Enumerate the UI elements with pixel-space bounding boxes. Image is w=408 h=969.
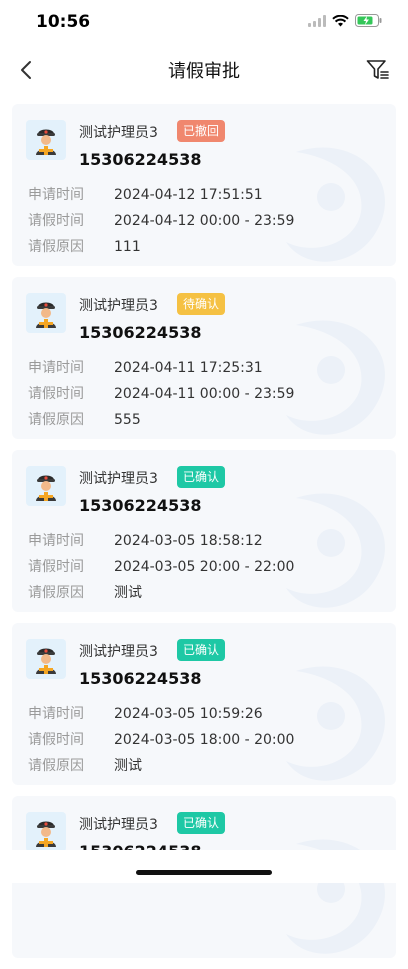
avatar — [26, 293, 66, 333]
apply-time-value: 2024-04-12 17:51:51 — [114, 187, 263, 203]
apply-time-label: 申请时间 — [28, 706, 84, 722]
leave-reason-value: 111 — [114, 239, 141, 255]
apply-time-row: 申请时间 2024-03-05 10:59:26 — [28, 703, 263, 723]
caregiver-name: 测试护理员3 — [79, 817, 158, 833]
caregiver-avatar-icon — [36, 821, 56, 847]
leave-request-card[interactable]: 测试护理员3 待确认 15306224538 申请时间 2024-04-11 17… — [12, 277, 396, 439]
status-badge: 已确认 — [177, 466, 226, 488]
leave-time-label: 请假时间 — [28, 386, 84, 402]
wifi-icon — [332, 14, 349, 26]
home-indicator — [136, 870, 272, 875]
caregiver-name: 测试护理员3 — [79, 644, 158, 660]
watermark-icon — [286, 493, 385, 608]
apply-time-label: 申请时间 — [28, 360, 84, 376]
watermark-icon — [286, 320, 385, 435]
avatar — [26, 812, 66, 852]
watermark-icon — [286, 147, 385, 262]
leave-reason-row: 请假原因 测试 — [28, 582, 142, 602]
caregiver-avatar-icon — [36, 302, 56, 328]
status-badge: 待确认 — [177, 293, 226, 315]
caregiver-avatar-icon — [36, 648, 56, 674]
leave-time-label: 请假时间 — [28, 559, 84, 575]
page-title: 请假审批 — [168, 61, 240, 82]
leave-reason-label: 请假原因 — [28, 758, 84, 774]
bottom-safe-area — [0, 850, 408, 883]
leave-time-row: 请假时间 2024-04-12 00:00 - 23:59 — [28, 210, 294, 230]
status-badge: 已确认 — [177, 812, 226, 834]
leave-reason-label: 请假原因 — [28, 585, 84, 601]
leave-reason-label: 请假原因 — [28, 412, 84, 428]
filter-button[interactable] — [364, 56, 392, 84]
avatar — [26, 120, 66, 160]
status-icons — [308, 14, 382, 27]
leave-time-label: 请假时间 — [28, 213, 84, 229]
watermark-icon — [286, 666, 385, 781]
phone-number: 15306224538 — [79, 496, 202, 515]
apply-time-value: 2024-04-11 17:25:31 — [114, 360, 263, 376]
leave-time-row: 请假时间 2024-03-05 20:00 - 22:00 — [28, 556, 294, 576]
phone-number: 15306224538 — [79, 669, 202, 688]
leave-time-value: 2024-03-05 20:00 - 22:00 — [114, 559, 295, 575]
leave-reason-row: 请假原因 测试 — [28, 755, 142, 775]
avatar — [26, 466, 66, 506]
apply-time-row: 申请时间 2024-03-05 18:58:12 — [28, 530, 263, 550]
status-badge: 已确认 — [177, 639, 226, 661]
status-bar: 10:56 — [0, 0, 408, 44]
signal-icon — [308, 14, 326, 27]
phone-number: 15306224538 — [79, 150, 202, 169]
leave-reason-value: 测试 — [114, 758, 142, 774]
leave-time-row: 请假时间 2024-03-05 18:00 - 20:00 — [28, 729, 294, 749]
leave-request-card[interactable]: 测试护理员3 已撤回 15306224538 申请时间 2024-04-12 17… — [12, 104, 396, 266]
avatar — [26, 639, 66, 679]
caregiver-name: 测试护理员3 — [79, 125, 158, 141]
leave-time-value: 2024-03-05 18:00 - 20:00 — [114, 732, 295, 748]
apply-time-value: 2024-03-05 18:58:12 — [114, 533, 263, 549]
status-badge: 已撤回 — [177, 120, 226, 142]
nav-bar: 请假审批 — [0, 44, 408, 96]
leave-request-list: 测试护理员3 已撤回 15306224538 申请时间 2024-04-12 17… — [12, 104, 396, 969]
leave-reason-row: 请假原因 555 — [28, 409, 141, 429]
leave-request-card[interactable]: 测试护理员3 已确认 15306224538 申请时间 2024-03-05 18… — [12, 450, 396, 612]
apply-time-value: 2024-03-05 10:59:26 — [114, 706, 263, 722]
leave-reason-label: 请假原因 — [28, 239, 84, 255]
leave-time-value: 2024-04-11 00:00 - 23:59 — [114, 386, 295, 402]
leave-time-value: 2024-04-12 00:00 - 23:59 — [114, 213, 295, 229]
leave-request-card[interactable]: 测试护理员3 已确认 15306224538 申请时间 2024-03-05 10… — [12, 623, 396, 785]
filter-icon — [366, 60, 389, 79]
caregiver-avatar-icon — [36, 129, 56, 155]
apply-time-label: 申请时间 — [28, 533, 84, 549]
status-time: 10:56 — [36, 12, 91, 32]
apply-time-label: 申请时间 — [28, 187, 84, 203]
caregiver-name: 测试护理员3 — [79, 298, 158, 314]
apply-time-row: 申请时间 2024-04-11 17:25:31 — [28, 357, 263, 377]
leave-reason-row: 请假原因 111 — [28, 236, 141, 256]
watermark-icon — [286, 839, 385, 954]
apply-time-row: 申请时间 2024-04-12 17:51:51 — [28, 184, 263, 204]
battery-icon — [355, 14, 382, 27]
caregiver-name: 测试护理员3 — [79, 471, 158, 487]
leave-reason-value: 555 — [114, 412, 141, 428]
phone-number: 15306224538 — [79, 323, 202, 342]
caregiver-avatar-icon — [36, 475, 56, 501]
leave-reason-value: 测试 — [114, 585, 142, 601]
leave-time-row: 请假时间 2024-04-11 00:00 - 23:59 — [28, 383, 294, 403]
leave-time-label: 请假时间 — [28, 732, 84, 748]
